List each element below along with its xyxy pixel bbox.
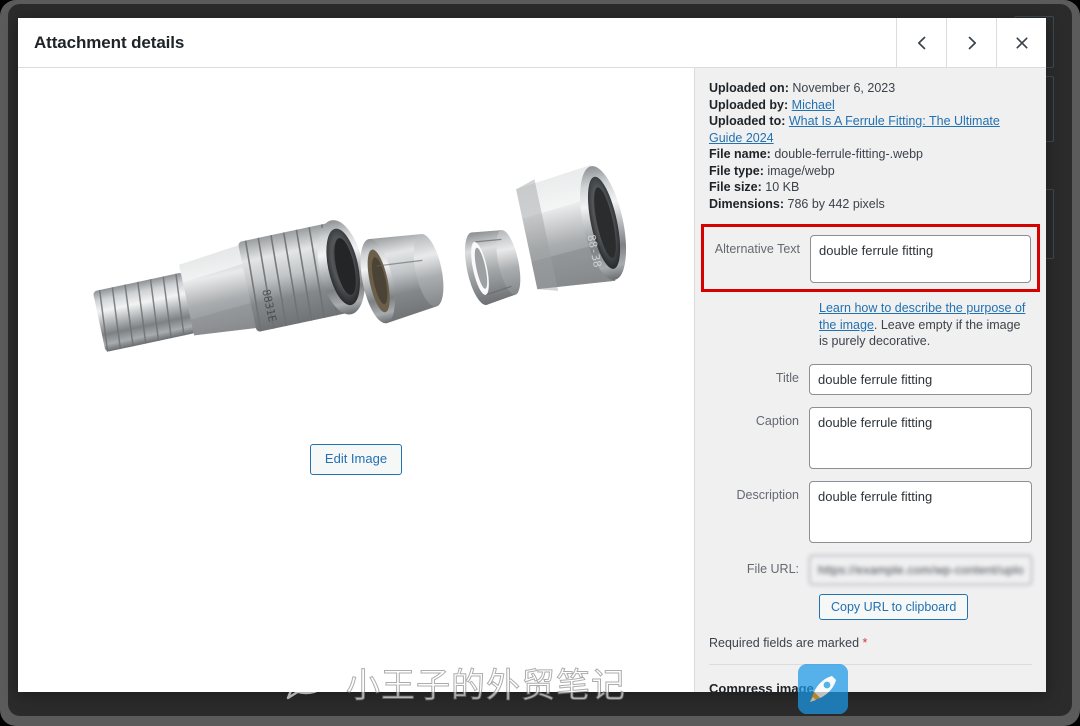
- next-media-button[interactable]: [946, 18, 996, 67]
- file-url-control: [809, 555, 1032, 585]
- alt-text-help: Learn how to describe the purpose of the…: [819, 300, 1032, 350]
- screen-frame: Attachment details: [0, 0, 1080, 726]
- alt-text-row: Alternative Text: [710, 235, 1031, 283]
- attachment-metadata: Uploaded on: November 6, 2023 Uploaded b…: [709, 80, 1032, 212]
- compress-image-heading: Compress image: [709, 681, 1032, 692]
- chevron-right-icon: [964, 35, 980, 51]
- modal-body: 8831E: [18, 68, 1046, 692]
- close-modal-button[interactable]: [996, 18, 1046, 67]
- caption-label: Caption: [709, 407, 809, 431]
- meta-file-name: File name: double-ferrule-fitting-.webp: [709, 146, 1032, 163]
- chevron-left-icon: [914, 35, 930, 51]
- caption-control: [809, 407, 1032, 469]
- title-row: Title: [709, 364, 1032, 396]
- alt-text-label: Alternative Text: [710, 235, 810, 259]
- description-label: Description: [709, 481, 809, 505]
- file-url-row: File URL:: [709, 555, 1032, 585]
- caption-input[interactable]: [809, 407, 1032, 469]
- title-control: [809, 364, 1032, 396]
- close-icon: [1014, 35, 1030, 51]
- meta-file-type-value: image/webp: [767, 164, 834, 178]
- description-control: [809, 481, 1032, 543]
- copy-url-to-clipboard-button[interactable]: Copy URL to clipboard: [819, 594, 968, 620]
- uploaded-by-link[interactable]: Michael: [792, 98, 835, 112]
- meta-uploaded-by-label: Uploaded by:: [709, 98, 788, 112]
- caption-row: Caption: [709, 407, 1032, 469]
- meta-file-type-label: File type:: [709, 164, 764, 178]
- attachment-details-sidebar: Uploaded on: November 6, 2023 Uploaded b…: [694, 68, 1046, 692]
- ferrule-fitting-illustration: 8831E: [76, 120, 636, 410]
- meta-file-name-label: File name:: [709, 147, 771, 161]
- meta-uploaded-on-value: November 6, 2023: [792, 81, 895, 95]
- meta-dimensions-value: 786 by 442 pixels: [788, 197, 885, 211]
- required-asterisk: *: [863, 636, 868, 650]
- meta-dimensions: Dimensions: 786 by 442 pixels: [709, 196, 1032, 213]
- previous-media-button[interactable]: [896, 18, 946, 67]
- attachment-image: 8831E: [76, 120, 636, 410]
- meta-uploaded-by: Uploaded by: Michael: [709, 97, 1032, 114]
- meta-uploaded-on: Uploaded on: November 6, 2023: [709, 80, 1032, 97]
- page-title: Attachment details: [18, 18, 896, 67]
- file-url-input[interactable]: [809, 555, 1032, 585]
- meta-file-size: File size: 10 KB: [709, 179, 1032, 196]
- meta-uploaded-on-label: Uploaded on:: [709, 81, 789, 95]
- meta-uploaded-to: Uploaded to: What Is A Ferrule Fitting: …: [709, 113, 1032, 146]
- required-fields-note: Required fields are marked *: [709, 636, 1032, 665]
- file-url-label: File URL:: [709, 555, 809, 579]
- alt-text-highlight-annotation: Alternative Text: [701, 224, 1040, 292]
- title-input[interactable]: [809, 364, 1032, 396]
- modal-header: Attachment details: [18, 18, 1046, 68]
- meta-dimensions-label: Dimensions:: [709, 197, 784, 211]
- alt-text-input[interactable]: [810, 235, 1031, 283]
- meta-file-size-value: 10 KB: [765, 180, 799, 194]
- edit-image-button[interactable]: Edit Image: [310, 444, 402, 475]
- meta-uploaded-to-label: Uploaded to:: [709, 114, 785, 128]
- required-fields-text: Required fields are marked: [709, 636, 863, 650]
- meta-file-name-value: double-ferrule-fitting-.webp: [774, 147, 923, 161]
- title-label: Title: [709, 364, 809, 388]
- meta-file-type: File type: image/webp: [709, 163, 1032, 180]
- alt-text-control: [810, 235, 1031, 283]
- meta-file-size-label: File size:: [709, 180, 762, 194]
- description-row: Description: [709, 481, 1032, 543]
- description-input[interactable]: [809, 481, 1032, 543]
- image-preview-pane: 8831E: [18, 68, 694, 692]
- attachment-details-modal: Attachment details: [18, 18, 1046, 692]
